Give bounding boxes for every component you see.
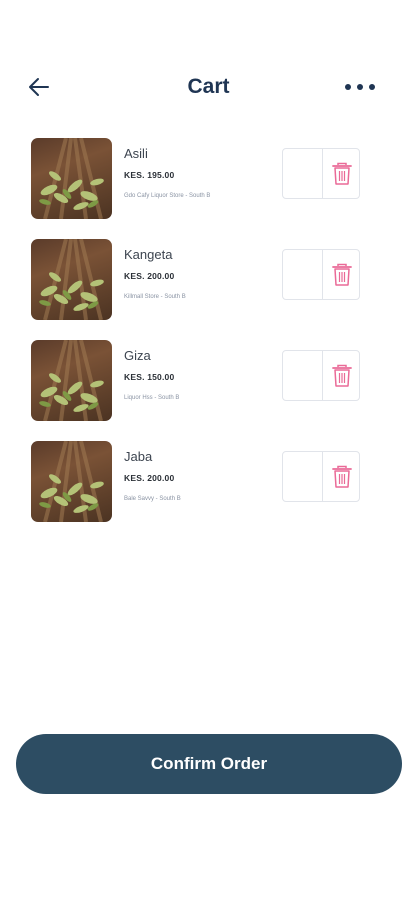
item-name: Kangeta: [124, 247, 173, 262]
quantity-control: [282, 148, 360, 199]
item-price: KES. 195.00: [124, 170, 175, 180]
confirm-order-button[interactable]: Confirm Order: [16, 734, 402, 794]
item-store: Liquor Hss - South B: [124, 395, 180, 401]
item-store: Killmall Store - South B: [124, 294, 186, 300]
item-price: KES. 200.00: [124, 473, 175, 483]
quantity-control: [282, 451, 360, 502]
delete-button[interactable]: [323, 250, 360, 299]
quantity-field[interactable]: [283, 250, 322, 299]
more-options-button[interactable]: [345, 78, 379, 96]
trash-icon: [331, 263, 352, 286]
quantity-field[interactable]: [283, 149, 322, 198]
item-price: KES. 200.00: [124, 271, 175, 281]
cart-item: Asili KES. 195.00 Gdo Cafy Liquor Store …: [0, 136, 417, 237]
quantity-field[interactable]: [283, 452, 322, 501]
product-image: [31, 239, 112, 320]
delete-button[interactable]: [323, 149, 360, 198]
app-header: Cart: [0, 62, 417, 112]
product-image: [31, 138, 112, 219]
item-price: KES. 150.00: [124, 372, 175, 382]
item-store: Gdo Cafy Liquor Store - South B: [124, 193, 211, 199]
product-image: [31, 340, 112, 421]
trash-icon: [331, 465, 352, 488]
product-image: [31, 441, 112, 522]
item-name: Asili: [124, 146, 148, 161]
cart-list: Asili KES. 195.00 Gdo Cafy Liquor Store …: [0, 136, 417, 540]
item-name: Giza: [124, 348, 151, 363]
cart-item: Kangeta KES. 200.00 Killmall Store - Sou…: [0, 237, 417, 338]
delete-button[interactable]: [323, 452, 360, 501]
item-name: Jaba: [124, 449, 153, 464]
item-store: Bale Savvy - South B: [124, 496, 181, 502]
quantity-control: [282, 350, 360, 401]
delete-button[interactable]: [323, 351, 360, 400]
cart-item: Giza KES. 150.00 Liquor Hss - South B: [0, 338, 417, 439]
trash-icon: [331, 162, 352, 185]
quantity-field[interactable]: [283, 351, 322, 400]
quantity-control: [282, 249, 360, 300]
cart-item: Jaba KES. 200.00 Bale Savvy - South B: [0, 439, 417, 540]
trash-icon: [331, 364, 352, 387]
